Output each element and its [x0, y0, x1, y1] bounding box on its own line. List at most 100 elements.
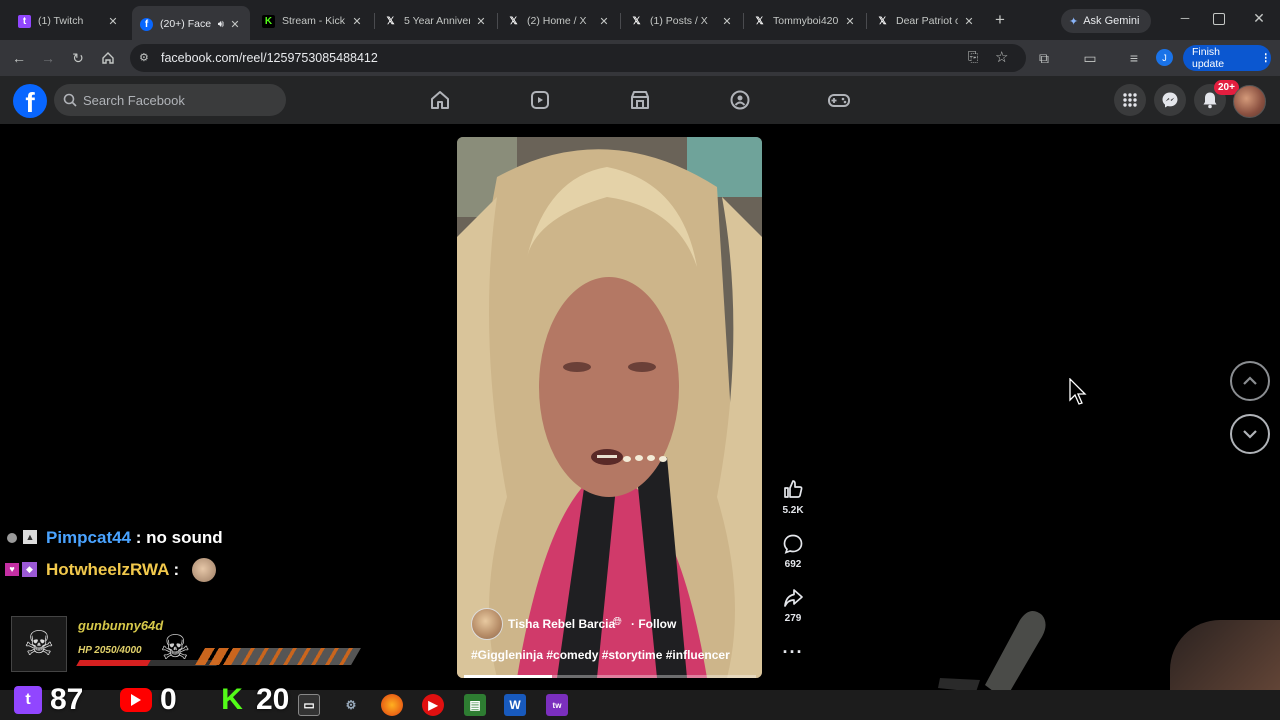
reload-icon[interactable]: ↻ — [68, 48, 88, 68]
tab-x-dear-patriot[interactable]: 𝕏 Dear Patriot o ✕ — [868, 8, 984, 34]
gaming-nav-icon[interactable] — [825, 84, 853, 116]
hud-energy-empty — [231, 648, 361, 665]
mouse-cursor-icon — [1069, 378, 1087, 405]
author-avatar[interactable] — [471, 608, 503, 640]
kick-viewer-count: 20 — [256, 683, 290, 716]
media-controls-icon[interactable]: ≡ — [1124, 48, 1144, 68]
share-icon[interactable] — [779, 587, 807, 614]
word-taskbar-icon[interactable]: W — [504, 694, 526, 716]
reel-hashtags[interactable]: #Giggleninja #comedy #storytime #influen… — [471, 648, 730, 662]
hud-hp-text: HP 2050/4000 — [78, 645, 142, 656]
close-icon[interactable]: ✕ — [962, 15, 976, 28]
reel-frame-image — [457, 137, 762, 678]
reels-nav-icon[interactable] — [526, 84, 554, 116]
youtube-viewer-count: 0 — [160, 683, 177, 716]
close-icon[interactable]: ✕ — [597, 15, 611, 28]
close-icon[interactable]: ✕ — [474, 15, 488, 28]
new-tab-button[interactable]: + — [990, 10, 1010, 30]
tab-x-tommyboi[interactable]: 𝕏 Tommyboi420 ✕ — [745, 8, 865, 34]
like-count: 5.2K — [782, 505, 804, 516]
browser-toolbar: ← → ↻ ⚙ facebook.com/reel/12597530854884… — [0, 40, 1280, 76]
url-text: facebook.com/reel/1259753085488412 — [161, 51, 378, 65]
site-info-icon[interactable]: ⚙ — [139, 51, 153, 65]
close-icon[interactable]: ✕ — [843, 15, 857, 28]
more-options-icon[interactable]: ··· — [779, 642, 807, 663]
browser-tab-strip: t (1) Twitch ✕ f (20+) Face 🔊︎ ✕ K Strea… — [0, 0, 1280, 42]
globe-icon: 🌐︎ — [613, 616, 622, 628]
more-vert-icon: ⋮ — [1260, 52, 1272, 64]
comment-icon[interactable] — [779, 533, 807, 560]
tab-kick[interactable]: K Stream - Kick ✕ — [254, 8, 372, 34]
photos-taskbar-icon[interactable]: ▤ — [464, 694, 486, 716]
window-close-button[interactable]: ✕ — [1250, 10, 1268, 28]
author-name[interactable]: Tisha Rebel Barcia — [508, 617, 615, 631]
tab-label: (1) Posts / X — [650, 15, 708, 27]
tab-facebook[interactable]: f (20+) Face 🔊︎ ✕ — [132, 6, 250, 42]
address-bar[interactable]: ⚙ facebook.com/reel/1259753085488412 ⎘ ☆ — [130, 44, 1026, 72]
reel-video[interactable]: Tisha Rebel Barcia 🌐︎ · Follow #Giggleni… — [457, 137, 762, 678]
chat-message-1: Pimpcat44 : no sound — [46, 528, 223, 548]
x-icon: 𝕏 — [755, 15, 764, 27]
account-avatar[interactable] — [1233, 85, 1266, 118]
share-count: 279 — [784, 613, 802, 624]
tab-separator — [497, 13, 498, 29]
terminal-taskbar-icon[interactable]: ▭ — [298, 694, 320, 716]
kick-icon: K — [262, 14, 275, 28]
facebook-logo[interactable]: f — [13, 84, 47, 118]
forward-icon[interactable]: → — [38, 48, 58, 68]
chat-text: : no sound — [135, 528, 223, 547]
tab-label: Dear Patriot o — [896, 15, 958, 27]
close-icon[interactable]: ✕ — [106, 15, 120, 28]
settings-taskbar-icon[interactable]: ⚙ — [340, 694, 362, 716]
close-icon[interactable]: ✕ — [228, 18, 242, 31]
speaker-icon[interactable]: 🔊︎ — [218, 19, 224, 30]
tab-x-home[interactable]: 𝕏 (2) Home / X ✕ — [499, 8, 619, 34]
twitch-viewer-count: 87 — [50, 683, 84, 716]
chat-emote — [192, 558, 216, 582]
messenger-icon[interactable] — [1154, 84, 1186, 116]
restore-button[interactable] — [1213, 13, 1225, 25]
tab-x-anniversary[interactable]: 𝕏 5 Year Anniver ✕ — [376, 8, 496, 34]
chevron-down-icon — [1243, 430, 1257, 439]
extensions-icon[interactable]: ⧉ — [1034, 48, 1054, 68]
like-icon[interactable] — [779, 478, 807, 505]
profile-avatar[interactable]: J — [1156, 49, 1173, 66]
twitch-icon: t — [18, 14, 31, 28]
groups-nav-icon[interactable] — [726, 84, 754, 116]
hud-hp-fill — [76, 660, 152, 666]
bookmark-star-icon[interactable]: ☆ — [995, 48, 1008, 66]
tab-label: (1) Twitch — [38, 15, 84, 27]
tab-search-icon[interactable]: ▭ — [1080, 48, 1100, 68]
close-icon[interactable]: ✕ — [350, 15, 364, 28]
x-icon: 𝕏 — [386, 15, 395, 27]
hud-player-name: gunbunny64d — [78, 618, 164, 633]
video-progress-track[interactable] — [464, 675, 756, 678]
firefox-taskbar-icon[interactable] — [381, 694, 403, 716]
youtube-music-taskbar-icon[interactable]: ▶ — [422, 694, 444, 716]
video-progress-fill — [464, 675, 552, 678]
home-icon[interactable] — [98, 48, 118, 68]
previous-reel-button[interactable] — [1230, 361, 1270, 401]
windows-taskbar — [0, 690, 1280, 720]
chat-username: HotwheelzRWA — [46, 560, 169, 579]
close-icon[interactable]: ✕ — [720, 15, 734, 28]
search-input[interactable]: Search Facebook — [54, 84, 286, 116]
minimize-button[interactable]: ─ — [1176, 11, 1194, 29]
tab-x-posts[interactable]: 𝕏 (1) Posts / X ✕ — [622, 8, 742, 34]
youtube-icon — [120, 688, 152, 712]
next-reel-button[interactable] — [1230, 414, 1270, 454]
twitch-studio-taskbar-icon[interactable]: tw — [546, 694, 568, 716]
facebook-icon: f — [140, 17, 153, 31]
home-nav-icon[interactable] — [426, 84, 454, 116]
back-icon[interactable]: ← — [9, 48, 29, 68]
x-icon: 𝕏 — [632, 15, 641, 27]
tab-twitch[interactable]: t (1) Twitch ✕ — [10, 8, 128, 34]
search-icon — [63, 93, 77, 107]
menu-grid-icon[interactable] — [1114, 84, 1146, 116]
follow-button[interactable]: · Follow — [631, 617, 676, 631]
marketplace-nav-icon[interactable] — [626, 84, 654, 116]
ask-gemini-label: Ask Gemini — [1083, 15, 1140, 27]
finish-update-button[interactable]: Finish update ⋮ — [1183, 45, 1271, 71]
ask-gemini-button[interactable]: ✦ Ask Gemini — [1061, 9, 1151, 33]
install-app-icon[interactable]: ⎘ — [968, 49, 978, 65]
